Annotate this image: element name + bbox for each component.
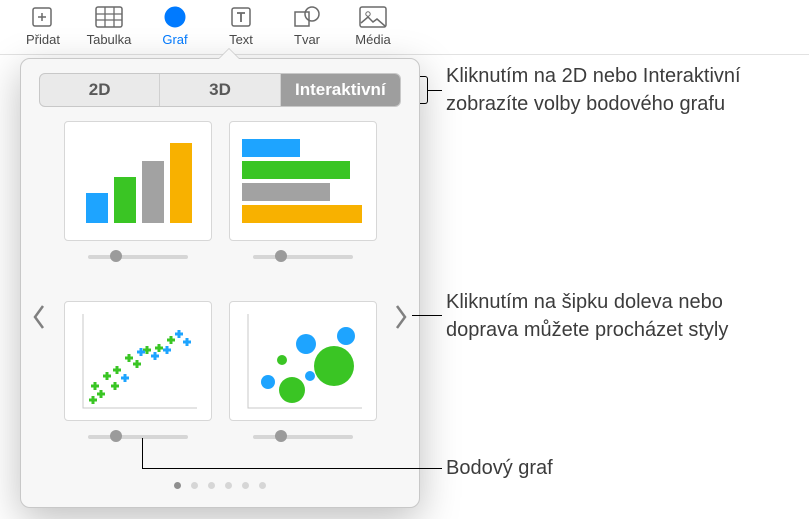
- toolbar-text-label: Text: [229, 32, 253, 47]
- callout-bracket: [420, 76, 428, 104]
- page-dot[interactable]: [225, 482, 232, 489]
- media-icon: [357, 4, 389, 30]
- segment-interactive[interactable]: Interaktivní: [281, 74, 400, 106]
- plus-icon: [27, 4, 59, 30]
- callout-line: [428, 90, 442, 91]
- toolbar-media-label: Média: [355, 32, 390, 47]
- toolbar-shape[interactable]: Tvar: [274, 4, 340, 47]
- segment-3d[interactable]: 3D: [160, 74, 280, 106]
- bubble-chart-icon: [229, 301, 377, 421]
- callout-line: [142, 468, 442, 469]
- toolbar-text[interactable]: Text: [208, 4, 274, 47]
- text-icon: [225, 4, 257, 30]
- callout-tabs: Kliknutím na 2D nebo Interaktivní zobraz…: [446, 62, 798, 118]
- toolbar: Přidat Tabulka Graf Text Tvar Média: [0, 0, 809, 55]
- chart-type-segmented-control: 2D 3D Interaktivní: [39, 73, 401, 107]
- callout-line: [412, 315, 442, 316]
- scatter-chart-icon: [64, 301, 212, 421]
- chart-icon: [159, 4, 191, 30]
- table-icon: [93, 4, 125, 30]
- chart-popover: 2D 3D Interaktivní: [20, 58, 420, 508]
- slider-icon: [88, 249, 188, 263]
- shape-icon: [291, 4, 323, 30]
- toolbar-table[interactable]: Tabulka: [76, 4, 142, 47]
- bar-chart-icon: [229, 121, 377, 241]
- page-dot[interactable]: [242, 482, 249, 489]
- toolbar-chart[interactable]: Graf: [142, 4, 208, 47]
- slider-icon: [88, 429, 188, 443]
- page-dot[interactable]: [174, 482, 181, 489]
- chart-style-bubble[interactable]: [226, 301, 379, 471]
- toolbar-shape-label: Tvar: [294, 32, 320, 47]
- chart-style-scatter[interactable]: [61, 301, 214, 471]
- page-dot[interactable]: [259, 482, 266, 489]
- column-chart-icon: [64, 121, 212, 241]
- toolbar-chart-label: Graf: [162, 32, 187, 47]
- callout-arrows: Kliknutím na šipku doleva nebo doprava m…: [446, 288, 798, 344]
- segment-2d[interactable]: 2D: [40, 74, 160, 106]
- toolbar-table-label: Tabulka: [87, 32, 132, 47]
- chart-style-bar[interactable]: [226, 121, 379, 291]
- callout-line: [142, 438, 143, 468]
- slider-icon: [253, 249, 353, 263]
- callout-scatter: Bodový graf: [446, 454, 553, 482]
- toolbar-add[interactable]: Přidat: [10, 4, 76, 47]
- page-dot[interactable]: [208, 482, 215, 489]
- slider-icon: [253, 429, 353, 443]
- toolbar-add-label: Přidat: [26, 32, 60, 47]
- page-dot[interactable]: [191, 482, 198, 489]
- chart-style-grid: [21, 117, 419, 471]
- chart-style-column[interactable]: [61, 121, 214, 291]
- toolbar-media[interactable]: Média: [340, 4, 406, 47]
- page-dots[interactable]: [21, 482, 419, 489]
